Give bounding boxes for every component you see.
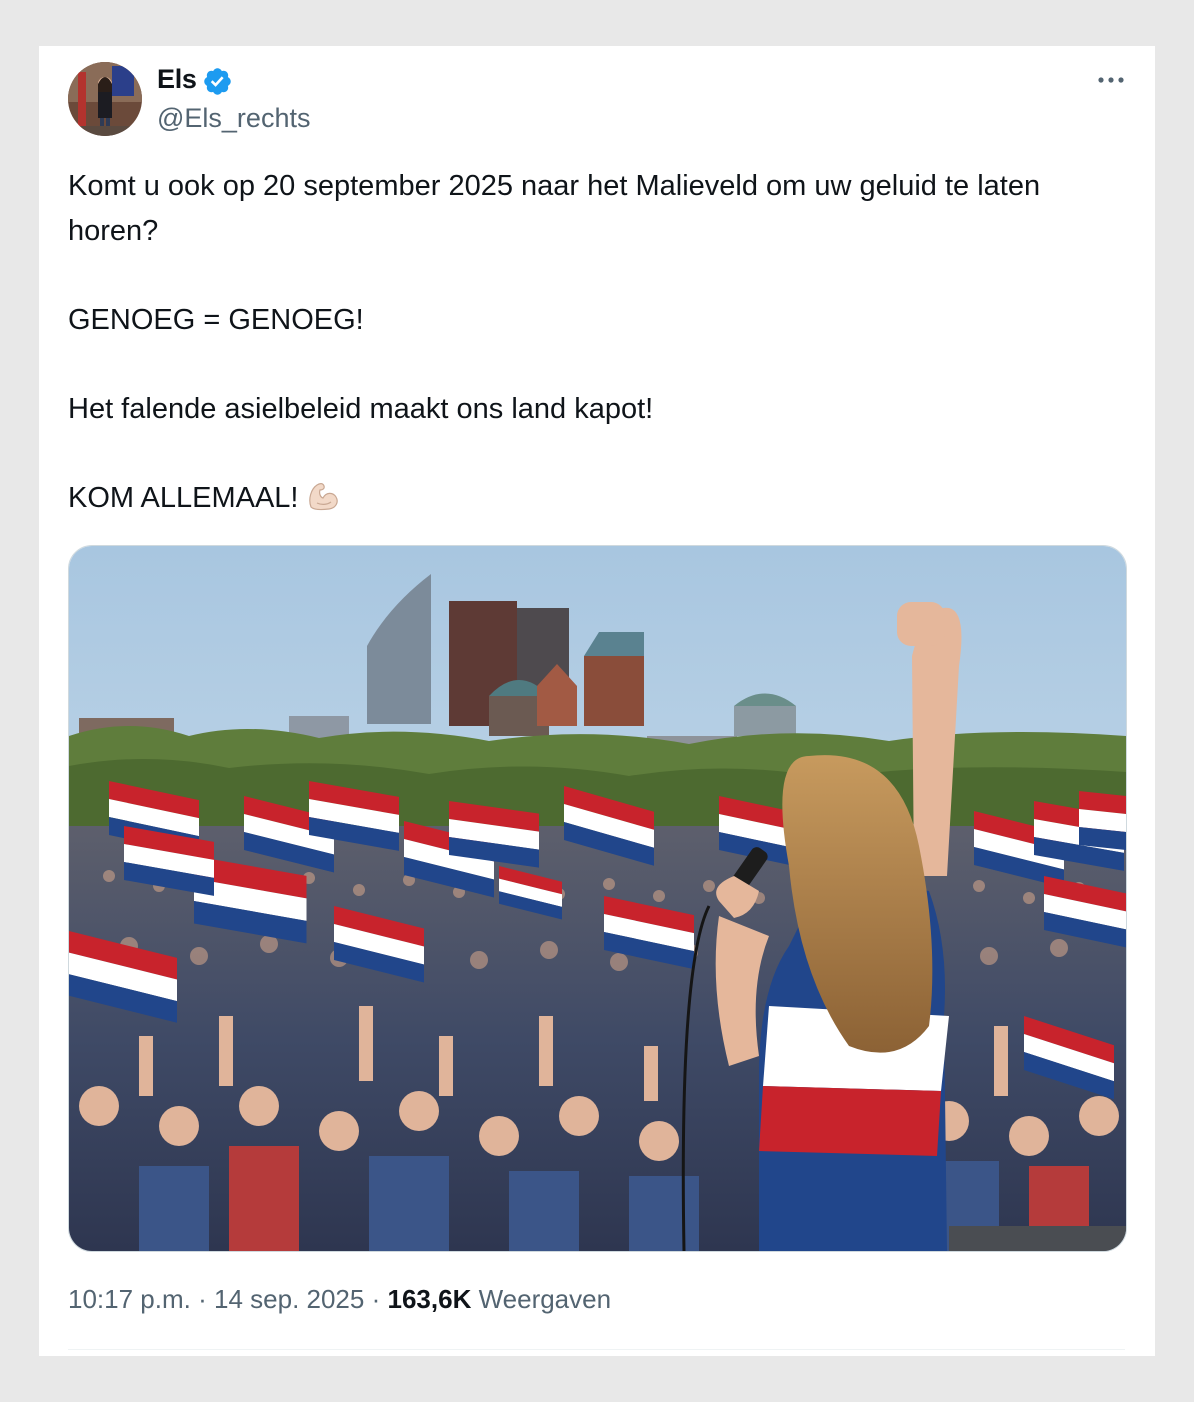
tweet-line-3: Het falende asielbeleid maakt ons land k… xyxy=(68,393,654,425)
meta-separator: · xyxy=(198,1284,207,1314)
flexed-biceps-icon xyxy=(308,483,338,511)
author-name[interactable]: Els xyxy=(157,64,197,95)
more-options-icon[interactable] xyxy=(1093,68,1129,92)
tweet-media-photo[interactable] xyxy=(68,545,1127,1252)
tweet-meta: 10:17 p.m. · 14 sep. 2025 · 163,6K Weerg… xyxy=(68,1284,611,1315)
tweet-line-4: KOM ALLEMAAL! xyxy=(68,476,1128,521)
views-count[interactable]: 163,6K xyxy=(388,1284,472,1314)
divider xyxy=(68,1349,1125,1350)
verified-badge-icon[interactable] xyxy=(202,66,233,97)
tweet-line-2: GENOEG = GENOEG! xyxy=(68,304,364,336)
tweet-text: Komt u ook op 20 september 2025 naar het… xyxy=(68,164,1128,521)
meta-separator-2: · xyxy=(371,1284,381,1314)
views-label[interactable]: Weergaven xyxy=(479,1284,612,1314)
tweet-time[interactable]: 10:17 p.m. xyxy=(68,1284,191,1314)
tweet-line-1: Komt u ook op 20 september 2025 naar het… xyxy=(68,170,1041,247)
tweet-line-4-text: KOM ALLEMAAL! xyxy=(68,482,299,514)
author-handle[interactable]: @Els_rechts xyxy=(157,103,310,134)
tweet-date[interactable]: 14 sep. 2025 xyxy=(214,1284,364,1314)
tweet-card: Els @Els_rechts Komt u ook op 20 septemb… xyxy=(39,46,1155,1356)
author-avatar[interactable] xyxy=(68,62,142,136)
